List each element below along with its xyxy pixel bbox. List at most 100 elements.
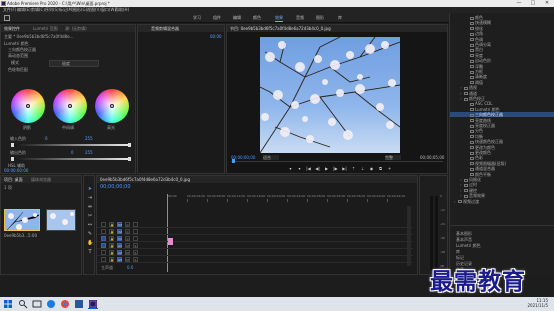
clip-selector[interactable]: 主要 * 0ee9b5b3bd6f5c7a0f4d8e... [4,34,134,39]
effect-item[interactable]: 自动色阶 [450,58,554,63]
lock-icon[interactable]: 🔒 [109,243,114,248]
tab-lumetri-scopes[interactable]: Lumetri 范围 [33,25,58,32]
transport-button-11[interactable]: + [386,166,393,172]
source-patch-button[interactable] [101,236,106,241]
sync-lock-icon[interactable] [133,236,138,241]
workspace-effects[interactable]: 效果 [275,15,283,22]
timeline-ruler[interactable]: ;00;00 00;00;04;00 00;00;08;00 00;00;12;00 0… [167,194,413,202]
solo-button[interactable]: S [133,243,138,248]
source-patch-button[interactable] [101,229,106,234]
input-white-knob[interactable] [128,143,131,147]
effect-item[interactable]: 色彩 [450,155,554,160]
workspace-audio[interactable]: 音频 [296,15,304,21]
transport-button-8[interactable]: ⇣ [359,166,366,172]
workspace-editing[interactable]: 编辑 [233,15,241,21]
effect-item[interactable]: ASC CDL [450,101,554,106]
track-label[interactable]: V3 [117,222,122,227]
effect-item[interactable]: 锐化 [450,26,554,31]
source-patch-button[interactable] [101,257,106,262]
mute-button[interactable]: M [125,250,130,255]
output-white-knob[interactable] [128,157,131,161]
pen-tool-icon[interactable]: ✎ [87,231,93,237]
effect-item[interactable]: 亮度曲线 [450,118,554,123]
program-monitor-title[interactable]: 节目: 0ee9b5b3bd6f5c7a0f4d8e6a72d3b4c0_0.j… [230,25,331,32]
task-view-icon[interactable] [32,299,42,309]
premiere-taskbar-icon[interactable] [88,299,98,309]
edge-browser-icon[interactable] [46,299,56,309]
effect-item[interactable]: › 过时 [450,182,554,187]
panel-list-item[interactable]: 基本声音 [450,237,472,242]
windows-start-icon[interactable] [3,299,13,309]
tab-media-browser[interactable]: 媒体浏览器 [31,176,51,183]
highlights-wheel-handle[interactable] [110,104,114,108]
mute-button[interactable]: M [125,243,130,248]
effect-item[interactable]: › 风格化 [450,177,554,182]
type-tool-icon[interactable]: T [87,249,93,255]
shadows-color-wheel[interactable] [11,89,45,123]
input-level-low[interactable]: 0 [45,136,48,141]
effect-item[interactable]: 方框 [450,69,554,74]
effect-item[interactable]: 清晰度 [450,74,554,79]
transport-button-2[interactable]: |◀ [305,166,312,172]
output-level-high[interactable]: 255 [85,150,93,155]
sync-lock-icon[interactable] [133,222,138,227]
program-playhead[interactable] [232,159,235,163]
timeline-vertical-scrollbar[interactable] [407,206,411,266]
sync-lock-icon[interactable] [133,229,138,234]
effect-item[interactable]: 通道混合器 [450,166,554,171]
transport-button-10[interactable]: ⧉ [377,166,384,172]
lock-icon[interactable]: 🔒 [109,236,114,241]
eye-icon[interactable]: ◎ [125,222,130,227]
transport-button-5[interactable]: |▶ [332,166,339,172]
midtones-color-wheel[interactable] [53,89,87,123]
lock-icon[interactable]: 🔒 [109,257,114,262]
program-time-ruler[interactable] [231,161,443,162]
word-icon[interactable] [74,299,84,309]
shadows-wheel-handle[interactable] [26,104,30,108]
effect-item[interactable]: 三向颜色校正器 [450,112,554,118]
solo-button[interactable]: S [133,250,138,255]
transport-button-3[interactable]: ◀| [314,166,321,172]
effect-controls-timecode[interactable]: 00:00:00:00 [4,168,28,173]
effect-item[interactable]: 阈值 [450,80,554,85]
sequence-thumbnail[interactable] [46,209,76,231]
tab-project[interactable]: 项目: 桌面 [4,176,23,183]
source-patch-button[interactable] [101,243,106,248]
panel-list-item[interactable]: 库 [450,249,460,254]
eye-icon[interactable]: ◎ [125,229,130,234]
transport-button-0[interactable]: ▾ [287,166,294,172]
mute-button[interactable]: M [125,257,130,262]
effect-item[interactable]: 黑白 [450,47,554,52]
tab-sequence[interactable]: 0ee9b5b3bd6f5c7a0f4d8e6a72d3b4c0_0.jpg [100,176,210,183]
ripple-edit-tool-icon[interactable]: ⇹ [87,204,93,210]
effect-item[interactable]: 色调分离 [450,42,554,47]
taskbar-clock[interactable]: 11:15 2021/11/5 [518,298,548,308]
project-clip-thumbnail[interactable] [4,209,40,231]
tab-audio-clip-mixer[interactable]: 音频剪辑混合器 [151,25,179,32]
timeline-timecode[interactable]: 00;00;00;00 [100,185,131,190]
effect-item[interactable]: 浮雕 [450,64,554,69]
track-select-tool-icon[interactable]: ⇥ [87,195,93,201]
input-levels-slider[interactable] [11,143,131,147]
output-black-knob[interactable] [11,157,14,161]
mode-dropdown[interactable]: 极度 [49,60,99,67]
maximize-button[interactable]: □ [526,0,540,7]
output-levels-slider[interactable] [11,157,131,161]
panel-list-item[interactable]: Lumetri 颜色 [450,243,481,248]
effect-item[interactable]: 颜色 [450,15,554,20]
lock-icon[interactable]: 🔒 [109,229,114,234]
home-icon[interactable] [4,15,10,21]
effect-item[interactable]: › 视频过渡 [450,199,554,204]
source-patch-button[interactable] [101,250,106,255]
playback-resolution-dropdown[interactable]: 完整 [385,155,401,160]
minimize-button[interactable]: — [512,0,526,7]
effect-item[interactable]: 亮度校正器 [450,123,554,128]
input-black-knob[interactable] [11,143,14,147]
transport-button-1[interactable]: ▾ [296,166,303,172]
lock-icon[interactable]: 🔒 [109,222,114,227]
search-taskbar-icon[interactable] [18,299,28,309]
track-label[interactable]: A3 [117,257,122,262]
effect-item[interactable]: 边角 [450,31,554,36]
workspace-color[interactable]: 颜色 [253,15,261,21]
workspace-graphics[interactable]: 图形 [316,15,324,21]
